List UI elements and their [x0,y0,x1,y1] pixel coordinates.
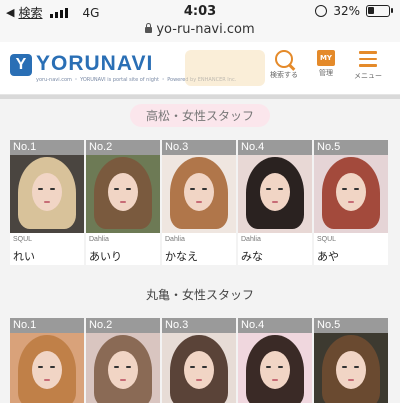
search-button[interactable]: 検索する [262,48,306,80]
menu-icon [359,51,377,67]
staff-card[interactable]: No.4 Dahlia みな [238,140,312,265]
battery-percent: 32% [333,4,360,18]
staff-photo[interactable] [162,333,236,403]
shop-name: Dahlia [89,236,109,243]
rank-label: No.5 [314,140,388,155]
header-banner [185,50,265,86]
rank-label: No.1 [10,140,84,155]
staff-name: あいり [89,250,122,263]
staff-card[interactable]: No.4 [238,318,312,403]
staff-card[interactable]: No.2 [86,318,160,403]
rank-label: No.2 [86,318,160,333]
site-logo[interactable]: Y YORUNAVI yoru-navi.com ・ YORUNAVI is p… [10,52,236,84]
url-text: yo-ru-navi.com [156,22,255,37]
shop-name: SQUL [13,236,33,243]
rotation-lock-icon [315,5,328,17]
logo-text: YORUNAVI [36,52,154,75]
rank-label: No.3 [162,140,236,155]
battery-icon [366,5,393,17]
section-title-marugame: 丸亀・女性スタッフ [0,286,400,303]
status-bar: ◀ 検索 4G 4:03 32% [0,0,400,22]
staff-name: みな [241,250,263,263]
rank-label: No.4 [238,140,312,155]
staff-photo[interactable] [10,155,84,233]
rank-label: No.4 [238,318,312,333]
staff-card[interactable]: No.3 [162,318,236,403]
staff-photo[interactable] [314,155,388,233]
staff-card[interactable]: No.1 [10,318,84,403]
rank-label: No.2 [86,140,160,155]
rank-label: No.1 [10,318,84,333]
staff-photo[interactable] [162,155,236,233]
site-header: Y YORUNAVI yoru-navi.com ・ YORUNAVI is p… [0,42,400,95]
staff-photo[interactable] [314,333,388,403]
section-title-text: 丸亀・女性スタッフ [145,288,254,302]
address-bar[interactable]: yo-ru-navi.com [0,22,400,42]
battery-fill [368,7,374,14]
staff-photo[interactable] [86,333,160,403]
staff-name: かなえ [165,250,198,263]
menu-button[interactable]: メニュー [346,48,390,81]
staff-photo[interactable] [238,333,312,403]
rank-label: No.5 [314,318,388,333]
shop-name: SQUL [317,236,337,243]
staff-card[interactable]: No.3 Dahlia かなえ [162,140,236,265]
staff-grid-takamatsu: No.1 SQUL れい No.2 Dahlia あいり No.3 Dahlia… [10,140,392,265]
shop-name: Dahlia [165,236,185,243]
staff-name: あや [317,250,339,263]
search-button-label: 検索する [270,71,298,79]
lock-icon [145,23,153,33]
manage-button-label: 管理 [319,69,333,77]
staff-card[interactable]: No.2 Dahlia あいり [86,140,160,265]
staff-card[interactable]: No.5 [314,318,388,403]
staff-photo[interactable] [86,155,160,233]
staff-card[interactable]: No.1 SQUL れい [10,140,84,265]
section-title-text: 高松・女性スタッフ [129,104,270,127]
logo-mark: Y [10,54,32,76]
search-icon [275,50,293,68]
header-divider [0,95,400,99]
staff-card[interactable]: No.5 SQUL あや [314,140,388,265]
staff-photo[interactable] [238,155,312,233]
menu-button-label: メニュー [354,71,382,80]
shop-name: Dahlia [241,236,261,243]
my-icon: MY [317,50,335,66]
staff-photo[interactable] [10,333,84,403]
status-right: 32% [315,4,393,18]
staff-name: れい [13,250,35,263]
rank-label: No.3 [162,318,236,333]
section-title-takamatsu: 高松・女性スタッフ [0,104,400,127]
manage-button[interactable]: MY 管理 [304,48,348,78]
staff-grid-marugame: No.1 No.2 No.3 No.4 No.5 [10,318,392,403]
